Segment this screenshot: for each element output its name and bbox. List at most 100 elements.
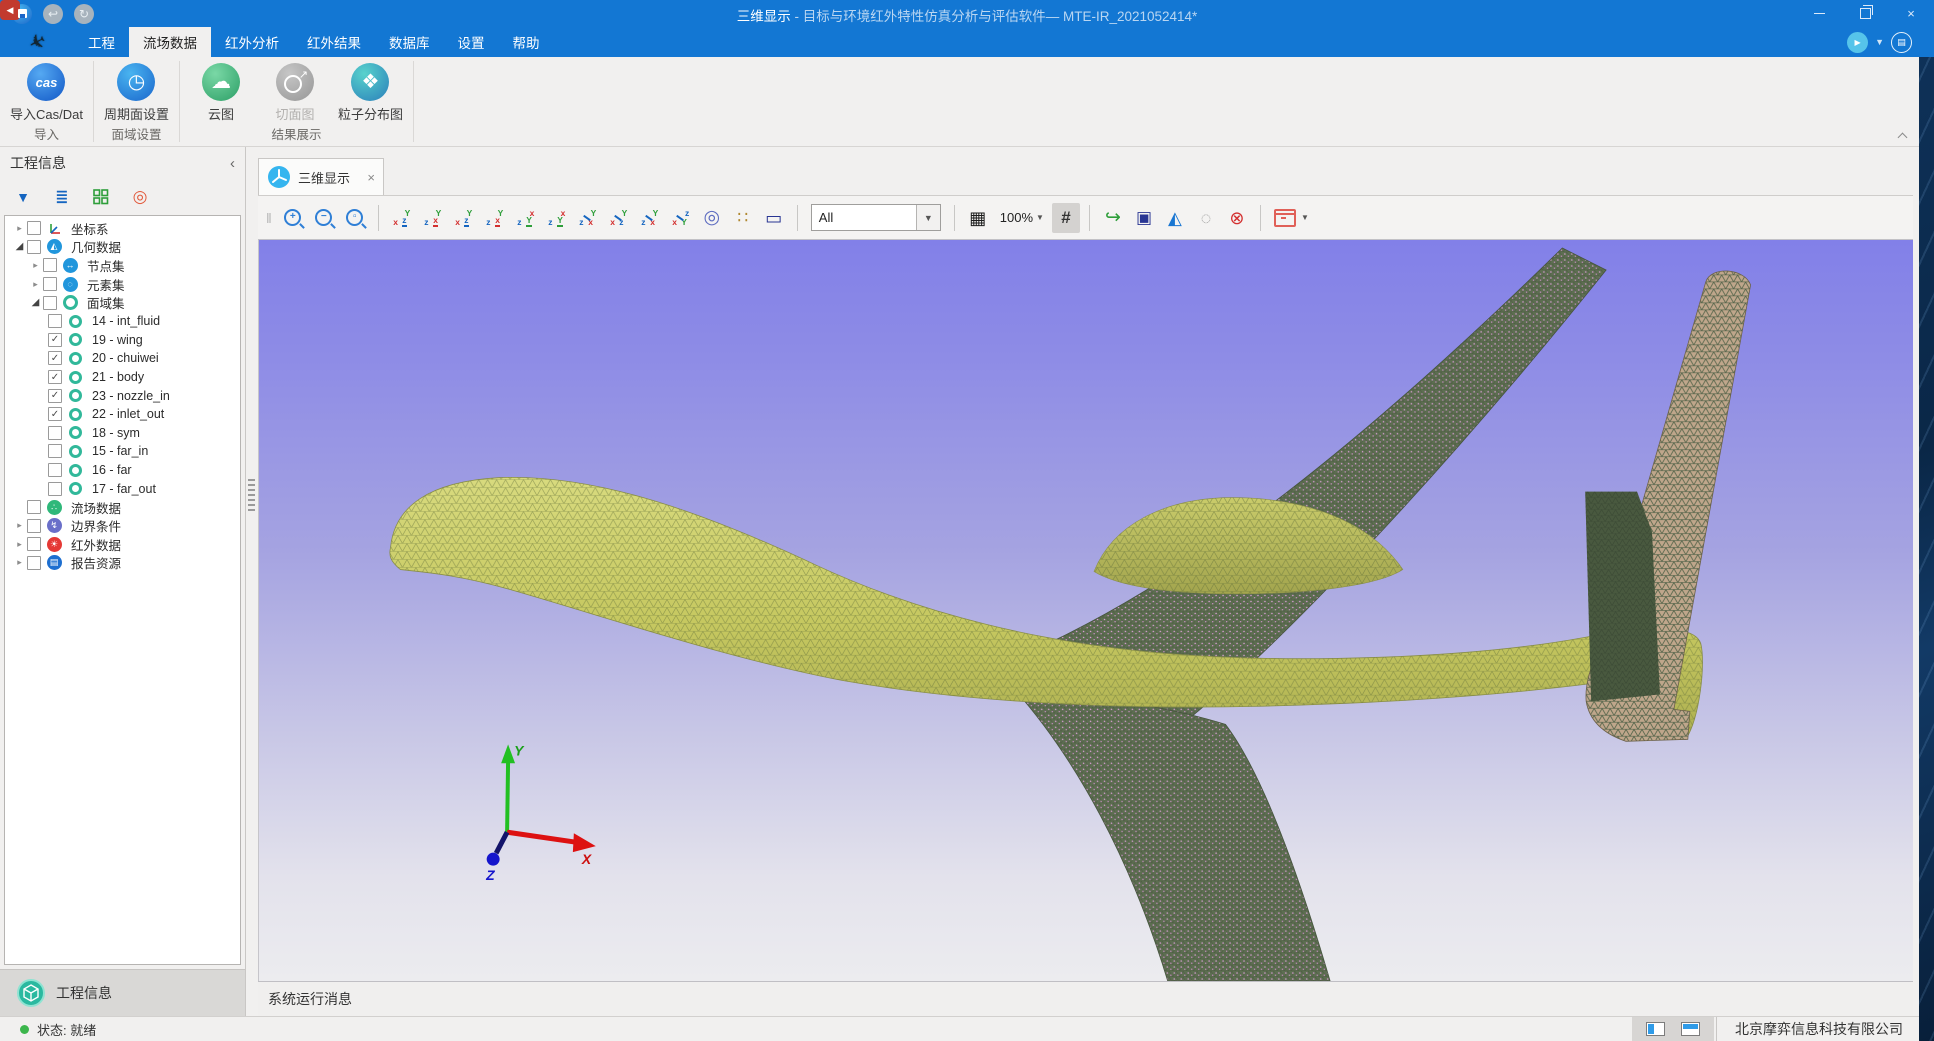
combo-dropdown-icon[interactable]: ▼	[916, 205, 940, 230]
tree-checkbox[interactable]	[48, 314, 62, 328]
view-front-icon[interactable]: xzY	[388, 203, 416, 233]
tree-item--[interactable]: ◢面域集	[5, 293, 240, 312]
filter-icon[interactable]: ▼	[12, 186, 34, 208]
transparency-checker-icon[interactable]: ▦	[964, 203, 992, 233]
tree-checkbox[interactable]	[27, 556, 41, 570]
clear-all-icon[interactable]: ⊗	[1223, 203, 1251, 233]
panel-splitter-handle[interactable]	[248, 479, 255, 513]
view-iso-sw-icon[interactable]: xYz	[667, 203, 695, 233]
undo-icon[interactable]: ↩	[43, 4, 63, 24]
tree-item--[interactable]: ▸坐标系	[5, 219, 240, 238]
tree-expander-icon[interactable]: ▸	[13, 539, 26, 550]
view-iso-ne-icon[interactable]: zxY	[574, 203, 602, 233]
view-top-icon[interactable]: zYx	[512, 203, 540, 233]
tree-checkbox[interactable]	[48, 444, 62, 458]
ribbon-button-slice[interactable]: ↗切面图	[264, 63, 326, 123]
tree-checkbox[interactable]	[48, 426, 62, 440]
tree-expander-icon[interactable]: ▸	[13, 557, 26, 568]
tree-item-16-far[interactable]: 16 - far	[5, 461, 240, 480]
mesh-grid-toggle[interactable]: #	[1052, 203, 1080, 233]
tree-checkbox[interactable]	[43, 296, 57, 310]
view-iso-nw-icon[interactable]: xzY	[605, 203, 633, 233]
package-dropdown[interactable]: ▼	[1270, 203, 1313, 233]
layout-bottom-panel-toggle[interactable]	[1681, 1022, 1700, 1036]
ribbon-button-cloud[interactable]: ☁云图	[190, 63, 252, 123]
tree-checkbox[interactable]: ✓	[48, 407, 62, 421]
tree-item--[interactable]: ▸↔节点集	[5, 256, 240, 275]
tree-checkbox[interactable]	[27, 537, 41, 551]
tree-checkbox[interactable]: ✓	[48, 389, 62, 403]
tree-item-21-body[interactable]: ✓21 - body	[5, 368, 240, 387]
menu-item-5[interactable]: 设置	[444, 27, 499, 57]
close-button[interactable]: ×	[1888, 0, 1934, 27]
tree-item-20-chuiwei[interactable]: ✓20 - chuiwei	[5, 349, 240, 368]
tree-checkbox[interactable]	[27, 221, 41, 235]
probe-camera-icon[interactable]: ◎	[698, 203, 726, 233]
tree-expander-icon[interactable]: ▸	[29, 260, 42, 271]
tab-3d-display[interactable]: 三维显示 ×	[258, 158, 384, 195]
viewport-3d[interactable]: Y X Z	[258, 240, 1913, 981]
minimize-button[interactable]	[1796, 0, 1842, 27]
toolbar-drag-handle[interactable]: ‖	[266, 210, 272, 226]
tree-checkbox[interactable]	[48, 482, 62, 496]
menu-item-2[interactable]: 红外分析	[211, 27, 293, 57]
tree-checkbox[interactable]	[48, 463, 62, 477]
link-network-icon[interactable]: ◌	[1192, 203, 1220, 233]
tree-expander-icon[interactable]: ▸	[29, 279, 42, 290]
tree-expander-icon[interactable]: ◢	[29, 297, 42, 308]
tab-close-icon[interactable]: ×	[367, 170, 375, 185]
menu-item-1[interactable]: 流场数据	[129, 27, 211, 57]
zoom-window-icon[interactable]: ▫	[341, 203, 369, 233]
panel-collapse-icon[interactable]: ‹	[230, 155, 235, 172]
zoom-percent-dropdown[interactable]: 100%▼	[995, 203, 1049, 233]
view-left-icon[interactable]: xzY	[450, 203, 478, 233]
view-iso-se-icon[interactable]: zxY	[636, 203, 664, 233]
tree-checkbox[interactable]: ✓	[48, 333, 62, 347]
menu-item-6[interactable]: 帮助	[499, 27, 554, 57]
tree-item--[interactable]: ▸☀红外数据	[5, 535, 240, 554]
tree-checkbox[interactable]	[27, 519, 41, 533]
view-back-icon[interactable]: zxY	[419, 203, 447, 233]
tree-item-23-nozzle_in[interactable]: ✓23 - nozzle_in	[5, 386, 240, 405]
tree-item-18-sym[interactable]: 18 - sym	[5, 424, 240, 443]
tree-checkbox[interactable]	[43, 277, 57, 291]
tree-expander-icon[interactable]: ▸	[13, 520, 26, 531]
export-share-icon[interactable]: ↪	[1099, 203, 1127, 233]
tree-item-22-inlet_out[interactable]: ✓22 - inlet_out	[5, 405, 240, 424]
ribbon-button-particles[interactable]: ❖粒子分布图	[338, 63, 403, 123]
bottom-tab-project-info[interactable]: 工程信息	[0, 969, 245, 1016]
outline-list-icon[interactable]: ≣	[51, 186, 73, 208]
media-play-icon[interactable]: ▶	[1847, 32, 1868, 53]
zoom-out-icon[interactable]: −	[310, 203, 338, 233]
tree-item--[interactable]: ◢◭几何数据	[5, 238, 240, 257]
select-rect-icon[interactable]: ▭	[760, 203, 788, 233]
tree-item-17-far_out[interactable]: 17 - far_out	[5, 479, 240, 498]
locate-target-icon[interactable]: ◎	[129, 186, 151, 208]
tree-item-15-far_in[interactable]: 15 - far_in	[5, 442, 240, 461]
ribbon-collapse-chevron-icon[interactable]	[1898, 131, 1907, 140]
ribbon-button-cas[interactable]: cas导入Cas/Dat	[10, 63, 83, 123]
zoom-in-icon[interactable]: +	[279, 203, 307, 233]
snapshot-image-icon[interactable]: ▣	[1130, 203, 1158, 233]
tree-expander-icon[interactable]: ▸	[13, 223, 26, 234]
layout-left-panel-toggle[interactable]	[1646, 1022, 1665, 1036]
tree-item-19-wing[interactable]: ✓19 - wing	[5, 331, 240, 350]
redo-icon[interactable]: ↻	[74, 4, 94, 24]
tree-item-14-int_fluid[interactable]: 14 - int_fluid	[5, 312, 240, 331]
menu-item-3[interactable]: 红外结果	[293, 27, 375, 57]
view-right-icon[interactable]: zxY	[481, 203, 509, 233]
tree-checkbox[interactable]: ✓	[48, 370, 62, 384]
display-filter-combobox[interactable]: All▼	[811, 204, 941, 231]
tree-item--[interactable]: ∴流场数据	[5, 498, 240, 517]
tree-checkbox[interactable]: ✓	[48, 351, 62, 365]
chevron-down-icon[interactable]: ▼	[1875, 37, 1884, 47]
tree-item--[interactable]: ▸↯边界条件	[5, 517, 240, 536]
particles-scatter-icon[interactable]: ∷	[729, 203, 757, 233]
tree-checkbox[interactable]	[27, 500, 41, 514]
ribbon-button-clock[interactable]: ◷周期面设置	[104, 63, 169, 123]
mirror-symmetry-icon[interactable]: ◭	[1161, 203, 1189, 233]
tree-checkbox[interactable]	[27, 240, 41, 254]
tree-expander-icon[interactable]: ◢	[13, 241, 26, 252]
view-bottom-icon[interactable]: zYx	[543, 203, 571, 233]
help-book-icon[interactable]: ▤	[1891, 32, 1912, 53]
